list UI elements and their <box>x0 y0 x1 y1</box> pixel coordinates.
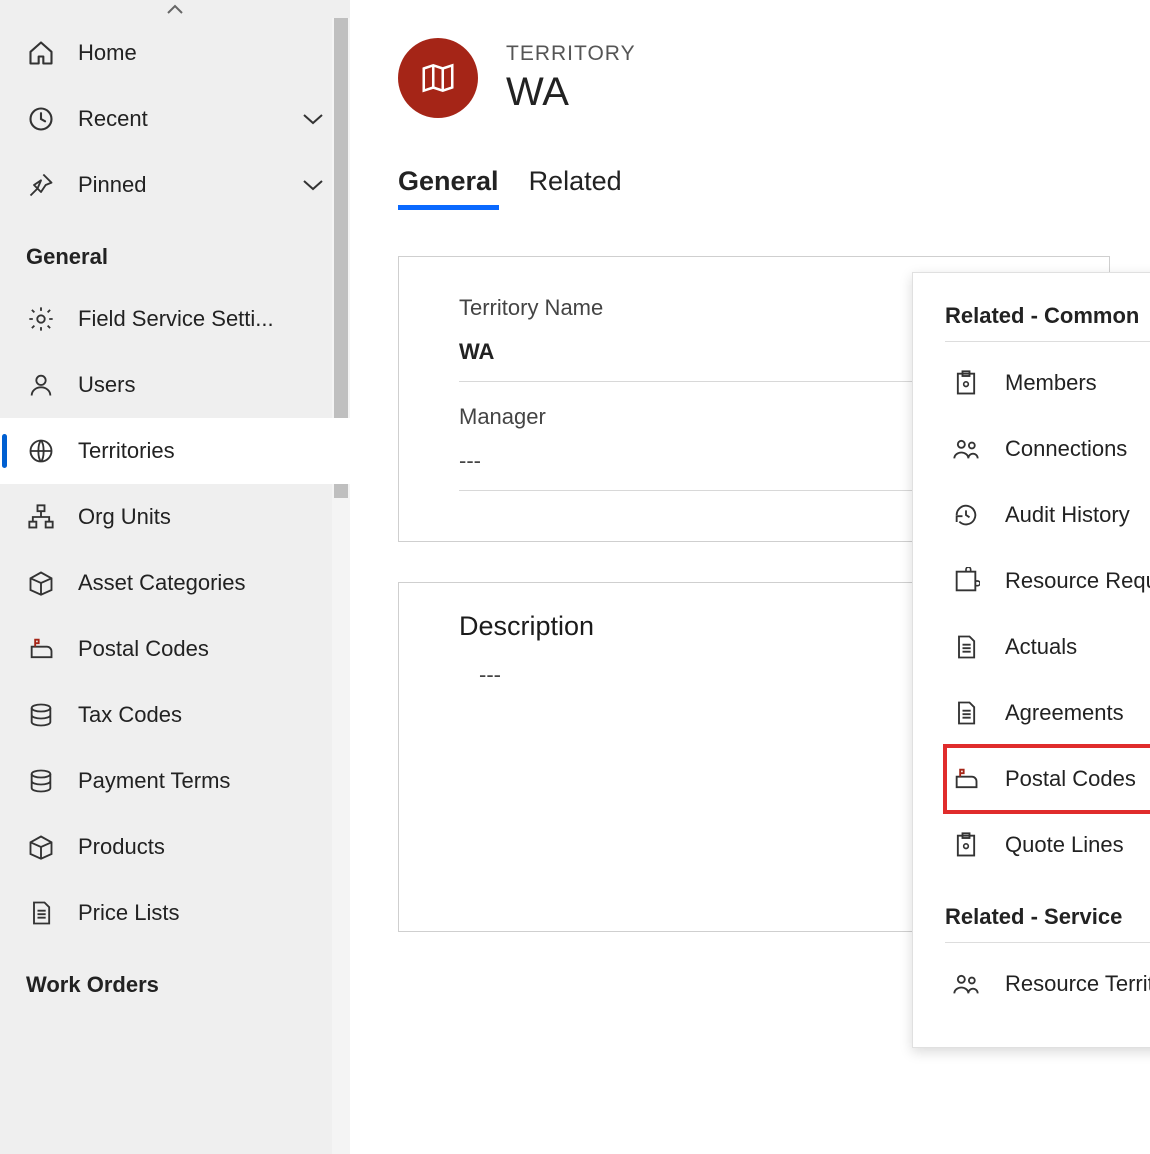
org-units-icon <box>26 502 56 532</box>
entity-type-label: TERRITORY <box>506 42 636 66</box>
tab-related[interactable]: Related <box>529 166 622 210</box>
sidebar-item-label: Territories <box>78 438 175 464</box>
people-icon <box>951 969 981 999</box>
sidebar-item-products[interactable]: Products <box>0 814 350 880</box>
related-item-actuals[interactable]: Actuals <box>945 614 1150 680</box>
chevron-down-icon <box>302 112 324 126</box>
related-item-label: Members <box>1005 370 1097 396</box>
history-icon <box>951 500 981 530</box>
sidebar-nav: Home Recent Pinned General Fi <box>0 0 350 1154</box>
related-item-postal-codes[interactable]: Postal Codes <box>945 746 1150 812</box>
stack-icon <box>26 766 56 796</box>
sidebar-item-label: Field Service Setti... <box>78 306 274 332</box>
clock-icon <box>26 104 56 134</box>
sidebar-item-price-lists[interactable]: Price Lists <box>0 880 350 946</box>
puzzle-icon <box>951 566 981 596</box>
sidebar-item-recent[interactable]: Recent <box>0 86 350 152</box>
related-item-label: Resource Requirements <box>1005 568 1150 594</box>
package-icon <box>26 832 56 862</box>
sidebar-item-label: Tax Codes <box>78 702 182 728</box>
related-item-resource-requirements[interactable]: Resource Requirements <box>945 548 1150 614</box>
tab-general[interactable]: General <box>398 166 499 210</box>
sidebar-item-label: Products <box>78 834 165 860</box>
sidebar-item-postal-codes[interactable]: Postal Codes <box>0 616 350 682</box>
sidebar-section-work-orders: Work Orders <box>0 946 350 1014</box>
clipboard-gear-icon <box>951 830 981 860</box>
sidebar-item-pinned[interactable]: Pinned <box>0 152 350 218</box>
territory-icon <box>398 38 478 118</box>
clipboard-gear-icon <box>951 368 981 398</box>
related-item-connections[interactable]: Connections <box>945 416 1150 482</box>
sidebar-item-payment-terms[interactable]: Payment Terms <box>0 748 350 814</box>
pin-icon <box>26 170 56 200</box>
sidebar-section-general: General <box>0 218 350 286</box>
sidebar-item-label: Recent <box>78 106 148 132</box>
people-icon <box>951 434 981 464</box>
sidebar-item-tax-codes[interactable]: Tax Codes <box>0 682 350 748</box>
sidebar-item-users[interactable]: Users <box>0 352 350 418</box>
scroll-up-icon[interactable] <box>0 0 350 18</box>
sidebar-item-label: Asset Categories <box>78 570 246 596</box>
related-item-label: Audit History <box>1005 502 1130 528</box>
stack-icon <box>26 700 56 730</box>
chevron-down-icon <box>302 178 324 192</box>
related-item-label: Agreements <box>1005 700 1124 726</box>
sidebar-item-label: Users <box>78 372 135 398</box>
asset-categories-icon <box>26 568 56 598</box>
sidebar-item-field-service-settings[interactable]: Field Service Setti... <box>0 286 350 352</box>
related-group-service-header: Related - Service <box>945 904 1150 943</box>
related-flyout: Related - Common Members Connections Aud… <box>912 272 1150 1048</box>
home-icon <box>26 38 56 68</box>
sidebar-item-org-units[interactable]: Org Units <box>0 484 350 550</box>
tab-list: General Related <box>398 166 1150 216</box>
related-item-agreements[interactable]: Agreements <box>945 680 1150 746</box>
related-group-common-header: Related - Common <box>945 303 1150 342</box>
document-icon <box>26 898 56 928</box>
sidebar-item-label: Price Lists <box>78 900 179 926</box>
sidebar-item-home[interactable]: Home <box>0 20 350 86</box>
record-name: WA <box>506 70 636 115</box>
related-item-label: Resource Territories <box>1005 971 1150 997</box>
sidebar-item-label: Payment Terms <box>78 768 230 794</box>
related-item-label: Connections <box>1005 436 1127 462</box>
sidebar-item-territories[interactable]: Territories <box>0 418 350 484</box>
sidebar-item-label: Pinned <box>78 172 147 198</box>
related-item-audit-history[interactable]: Audit History <box>945 482 1150 548</box>
gear-icon <box>26 304 56 334</box>
related-item-label: Actuals <box>1005 634 1077 660</box>
globe-icon <box>26 436 56 466</box>
main-content: TERRITORY WA General Related Territory N… <box>350 0 1150 1154</box>
sidebar-item-asset-categories[interactable]: Asset Categories <box>0 550 350 616</box>
related-item-members[interactable]: Members <box>945 350 1150 416</box>
related-item-quote-lines[interactable]: Quote Lines <box>945 812 1150 878</box>
document-icon <box>951 698 981 728</box>
mailbox-icon <box>951 764 981 794</box>
mailbox-icon <box>26 634 56 664</box>
sidebar-item-label: Home <box>78 40 137 66</box>
sidebar-item-label: Org Units <box>78 504 171 530</box>
user-icon <box>26 370 56 400</box>
record-header: TERRITORY WA <box>398 38 1150 118</box>
document-icon <box>951 632 981 662</box>
sidebar-item-label: Postal Codes <box>78 636 209 662</box>
related-item-label: Quote Lines <box>1005 832 1124 858</box>
related-item-resource-territories[interactable]: Resource Territories <box>945 951 1150 1017</box>
related-item-label: Postal Codes <box>1005 766 1136 792</box>
